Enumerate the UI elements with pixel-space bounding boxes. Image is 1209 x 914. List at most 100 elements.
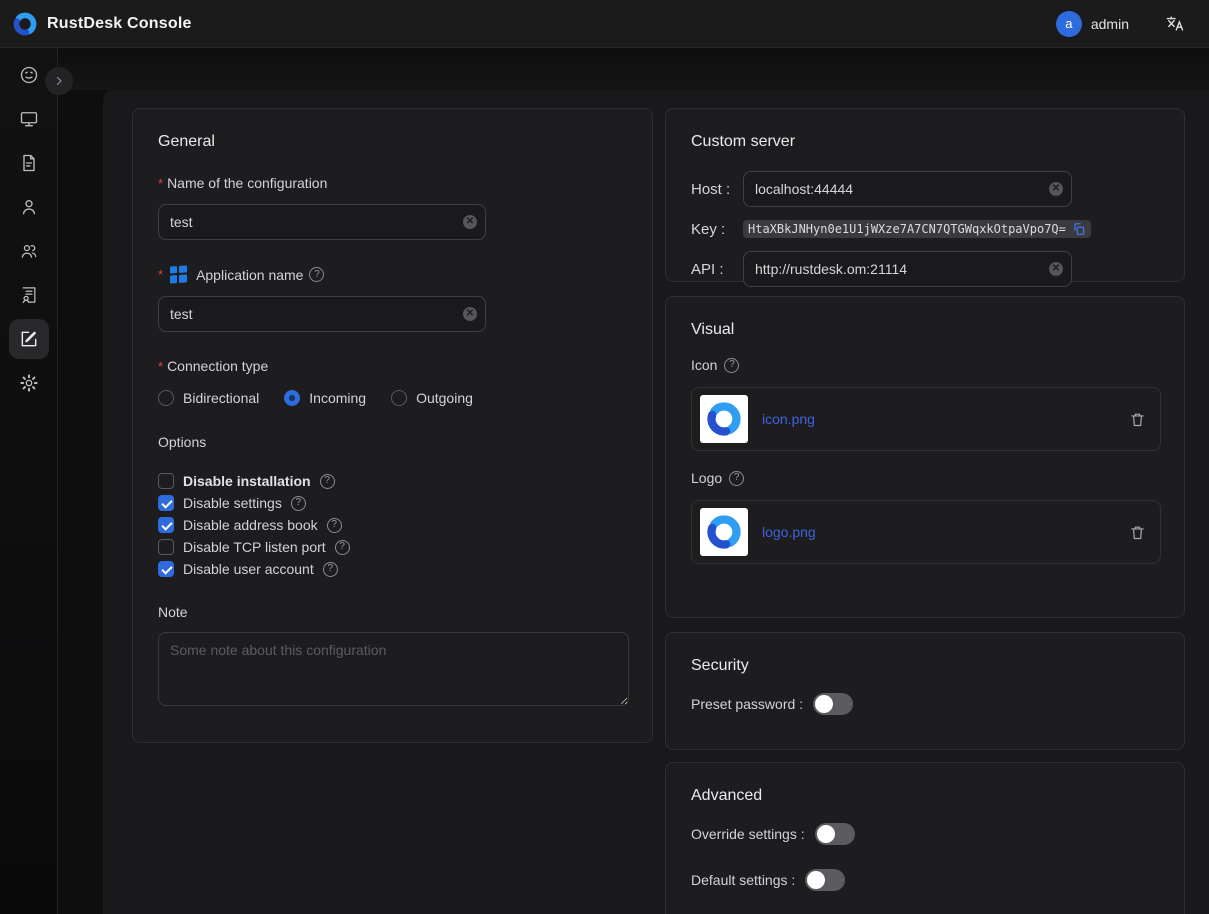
copy-icon[interactable] [1072, 222, 1086, 236]
checkbox-disable-installation[interactable]: Disable installation ? [158, 470, 627, 492]
audit-log-icon [19, 285, 39, 305]
radio-icon [158, 390, 174, 406]
smiley-icon [19, 65, 39, 85]
preset-password-label: Preset password : [691, 696, 803, 712]
radio-icon [284, 390, 300, 406]
checkbox-disable-tcp-listen-port[interactable]: Disable TCP listen port ? [158, 536, 627, 558]
settings-icon [19, 373, 39, 393]
custom-server-card: Custom server Host : ✕ Key : HtaXBkJNHyn… [665, 108, 1185, 282]
clear-icon[interactable]: ✕ [463, 307, 477, 321]
default-settings-label: Default settings : [691, 872, 795, 888]
override-settings-toggle[interactable] [815, 823, 855, 845]
checkbox-icon [158, 561, 174, 577]
application-name-label: * Application name ? [158, 266, 627, 283]
clear-icon[interactable]: ✕ [463, 215, 477, 229]
server-key-value[interactable]: HtaXBkJNHyn0e1U1jWXze7A7CN7QTGWqxkOtpaVp… [743, 220, 1091, 238]
radio-icon [391, 390, 407, 406]
preset-password-row: Preset password : [691, 693, 1159, 715]
required-asterisk: * [158, 359, 163, 374]
rustdesk-logo-icon [12, 11, 38, 37]
header-shadow-band [58, 48, 1209, 90]
visual-card: Visual Icon ? icon.png Logo ? [665, 296, 1185, 618]
brand: RustDesk Console [12, 11, 192, 37]
logo-file-row: logo.png [691, 500, 1161, 564]
sidebar-item-dashboard[interactable] [9, 55, 49, 95]
icon-upload-label: Icon ? [691, 357, 1159, 373]
api-label: API : [691, 261, 743, 278]
host-label: Host : [691, 181, 743, 198]
help-icon[interactable]: ? [729, 471, 744, 486]
sidebar-item-groups[interactable] [9, 231, 49, 271]
key-label: Key : [691, 221, 743, 238]
sidebar-item-settings[interactable] [9, 363, 49, 403]
radio-bidirectional[interactable]: Bidirectional [158, 390, 259, 406]
note-label: Note [158, 604, 627, 620]
options-label: Options [158, 434, 627, 450]
chevron-right-icon [53, 75, 65, 87]
visual-title: Visual [691, 321, 1159, 339]
help-icon[interactable]: ? [335, 540, 350, 555]
sidebar-item-sessions[interactable] [9, 143, 49, 183]
host-row: Host : ✕ [691, 171, 1159, 207]
username[interactable]: admin [1091, 16, 1129, 32]
icon-file-link[interactable]: icon.png [762, 411, 815, 427]
radio-outgoing[interactable]: Outgoing [391, 390, 473, 406]
logo-file-thumbnail [700, 508, 748, 556]
default-settings-toggle[interactable] [805, 869, 845, 891]
help-icon[interactable]: ? [309, 267, 324, 282]
api-input[interactable] [743, 251, 1072, 287]
sidebar [0, 48, 58, 914]
radio-incoming[interactable]: Incoming [284, 390, 366, 406]
sidebar-item-users[interactable] [9, 187, 49, 227]
application-name-input[interactable] [158, 296, 486, 332]
checkbox-icon [158, 473, 174, 489]
avatar[interactable]: a [1056, 11, 1082, 37]
general-card: General * Name of the configuration ✕ * … [132, 108, 653, 743]
key-row: Key : HtaXBkJNHyn0e1U1jWXze7A7CN7QTGWqxk… [691, 220, 1159, 238]
top-bar: RustDesk Console a admin [0, 0, 1209, 48]
advanced-title: Advanced [691, 787, 1159, 805]
checkbox-disable-settings[interactable]: Disable settings ? [158, 492, 627, 514]
document-icon [19, 153, 39, 173]
content-panel: General * Name of the configuration ✕ * … [103, 90, 1209, 914]
general-title: General [158, 133, 627, 151]
help-icon[interactable]: ? [327, 518, 342, 533]
sidebar-collapse-button[interactable] [45, 67, 73, 95]
preset-password-toggle[interactable] [813, 693, 853, 715]
help-icon[interactable]: ? [291, 496, 306, 511]
api-row: API : ✕ [691, 251, 1159, 287]
note-textarea[interactable] [158, 632, 629, 706]
clear-icon[interactable]: ✕ [1049, 182, 1063, 196]
security-title: Security [691, 657, 1159, 675]
host-input[interactable] [743, 171, 1072, 207]
config-name-input[interactable] [158, 204, 486, 240]
checkbox-disable-address-book[interactable]: Disable address book ? [158, 514, 627, 536]
icon-file-thumbnail [700, 395, 748, 443]
delete-icon[interactable] [1129, 524, 1146, 541]
help-icon[interactable]: ? [323, 562, 338, 577]
language-switch-icon[interactable] [1165, 14, 1185, 34]
checkbox-disable-user-account[interactable]: Disable user account ? [158, 558, 627, 580]
security-card: Security Preset password : [665, 632, 1185, 750]
checkbox-icon [158, 539, 174, 555]
required-asterisk: * [158, 176, 163, 191]
clear-icon[interactable]: ✕ [1049, 262, 1063, 276]
users-icon [19, 241, 39, 261]
sidebar-item-console-config[interactable] [9, 319, 49, 359]
required-asterisk: * [158, 267, 163, 282]
app-title: RustDesk Console [47, 15, 192, 33]
help-icon[interactable]: ? [724, 358, 739, 373]
application-name-field: ✕ [158, 296, 486, 332]
sidebar-item-devices[interactable] [9, 99, 49, 139]
advanced-card: Advanced Override settings : Default set… [665, 762, 1185, 914]
logo-upload-label: Logo ? [691, 470, 1159, 486]
help-icon[interactable]: ? [320, 474, 335, 489]
note-field [158, 632, 627, 711]
override-settings-row: Override settings : [691, 823, 1159, 845]
connection-type-radio-group: Bidirectional Incoming Outgoing [158, 390, 627, 406]
override-settings-label: Override settings : [691, 826, 805, 842]
sidebar-item-audit[interactable] [9, 275, 49, 315]
delete-icon[interactable] [1129, 411, 1146, 428]
logo-file-link[interactable]: logo.png [762, 524, 816, 540]
icon-file-row: icon.png [691, 387, 1161, 451]
